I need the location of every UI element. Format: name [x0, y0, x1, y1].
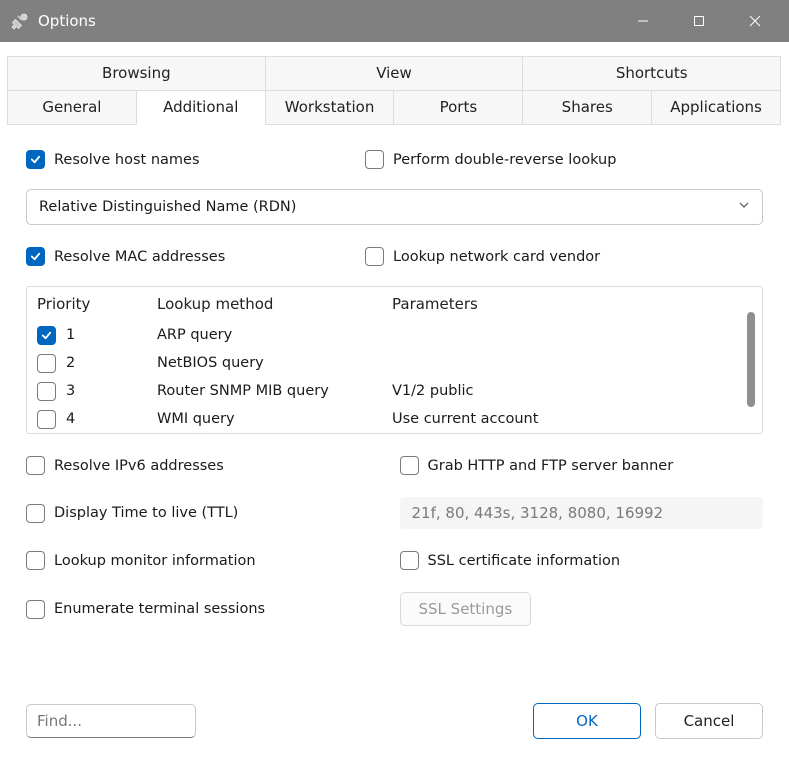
listview-scrollbar[interactable]: [740, 287, 762, 433]
checkbox-label: Resolve host names: [54, 152, 200, 168]
checkbox-label: Perform double-reverse lookup: [393, 152, 616, 168]
pane-additional: Resolve host names Perform double-revers…: [8, 128, 781, 687]
tab-strip: Browsing View Shortcuts General Addition…: [8, 56, 781, 125]
checkbox-label: SSL certificate information: [428, 553, 621, 569]
checkbox-double-reverse-lookup[interactable]: Perform double-reverse lookup: [365, 150, 763, 169]
maximize-button[interactable]: [671, 0, 727, 42]
tab-browsing[interactable]: Browsing: [7, 56, 266, 90]
listview-row[interactable]: 3 Router SNMP MIB query V1/2 public: [27, 377, 740, 405]
listview-lookup-methods[interactable]: Priority Lookup method Parameters 1 ARP …: [26, 286, 763, 434]
row-method: Router SNMP MIB query: [157, 383, 392, 399]
checkbox-lookup-monitor[interactable]: Lookup monitor information: [26, 551, 390, 570]
scrollbar-thumb[interactable]: [747, 312, 755, 407]
checkbox-grab-banner[interactable]: Grab HTTP and FTP server banner: [400, 456, 764, 475]
checkbox-label: Resolve IPv6 addresses: [54, 458, 224, 474]
row-params: V1/2 public: [392, 383, 730, 399]
listview-row[interactable]: 4 WMI query Use current account: [27, 405, 740, 433]
cancel-button[interactable]: Cancel: [655, 703, 763, 739]
dialog-footer: Find... OK Cancel: [26, 703, 763, 739]
ports-field[interactable]: 21f, 80, 443s, 3128, 8080, 16992: [400, 497, 764, 529]
minimize-button[interactable]: [615, 0, 671, 42]
row-priority-checkbox[interactable]: 1: [37, 326, 157, 345]
row-method: NetBIOS query: [157, 355, 392, 371]
titlebar[interactable]: Options: [0, 0, 789, 42]
row-priority-value: 4: [66, 411, 75, 427]
close-button[interactable]: [727, 0, 783, 42]
ok-button[interactable]: OK: [533, 703, 641, 739]
checkbox-lookup-vendor[interactable]: Lookup network card vendor: [365, 247, 763, 266]
tab-additional[interactable]: Additional: [136, 90, 266, 125]
row-method: ARP query: [157, 327, 392, 343]
row-priority-value: 2: [66, 355, 75, 371]
checkbox-ssl-cert[interactable]: SSL certificate information: [400, 551, 764, 570]
listview-row[interactable]: 2 NetBIOS query: [27, 349, 740, 377]
checkbox-label: Grab HTTP and FTP server banner: [428, 458, 674, 474]
row-priority-value: 1: [66, 327, 75, 343]
tab-general[interactable]: General: [7, 90, 137, 125]
row-method: WMI query: [157, 411, 392, 427]
ports-field-value: 21f, 80, 443s, 3128, 8080, 16992: [412, 504, 664, 522]
row-priority-value: 3: [66, 383, 75, 399]
checkbox-resolve-host-names[interactable]: Resolve host names: [26, 150, 365, 169]
col-params[interactable]: Parameters: [392, 295, 730, 313]
select-rdn[interactable]: Relative Distinguished Name (RDN): [26, 189, 763, 225]
row-params: Use current account: [392, 411, 730, 427]
tab-shares[interactable]: Shares: [522, 90, 652, 125]
checkbox-label: Lookup network card vendor: [393, 249, 600, 265]
tab-applications[interactable]: Applications: [651, 90, 781, 125]
find-input[interactable]: Find...: [26, 704, 196, 738]
app-icon: [10, 11, 30, 31]
col-priority[interactable]: Priority: [37, 295, 157, 313]
checkbox-resolve-ipv6[interactable]: Resolve IPv6 addresses: [26, 456, 390, 475]
checkbox-label: Lookup monitor information: [54, 553, 256, 569]
chevron-down-icon: [738, 199, 750, 215]
checkbox-label: Display Time to live (TTL): [54, 505, 238, 521]
checkbox-enumerate-terminal[interactable]: Enumerate terminal sessions: [26, 600, 390, 619]
row-priority-checkbox[interactable]: 2: [37, 354, 157, 373]
tab-workstation[interactable]: Workstation: [265, 90, 395, 125]
col-method[interactable]: Lookup method: [157, 295, 392, 313]
select-value: Relative Distinguished Name (RDN): [39, 199, 296, 215]
checkbox-display-ttl[interactable]: Display Time to live (TTL): [26, 504, 390, 523]
listview-row[interactable]: 1 ARP query: [27, 321, 740, 349]
row-priority-checkbox[interactable]: 3: [37, 382, 157, 401]
dialog-content: Browsing View Shortcuts General Addition…: [8, 52, 781, 757]
tab-shortcuts[interactable]: Shortcuts: [522, 56, 781, 90]
checkbox-resolve-mac[interactable]: Resolve MAC addresses: [26, 247, 365, 266]
listview-header[interactable]: Priority Lookup method Parameters: [27, 287, 740, 321]
find-placeholder: Find...: [37, 712, 82, 730]
tab-ports[interactable]: Ports: [393, 90, 523, 125]
checkbox-label: Enumerate terminal sessions: [54, 601, 265, 617]
row-priority-checkbox[interactable]: 4: [37, 410, 157, 429]
window-title: Options: [38, 12, 96, 30]
tab-view[interactable]: View: [265, 56, 524, 90]
checkbox-label: Resolve MAC addresses: [54, 249, 225, 265]
ssl-settings-button[interactable]: SSL Settings: [400, 592, 532, 626]
